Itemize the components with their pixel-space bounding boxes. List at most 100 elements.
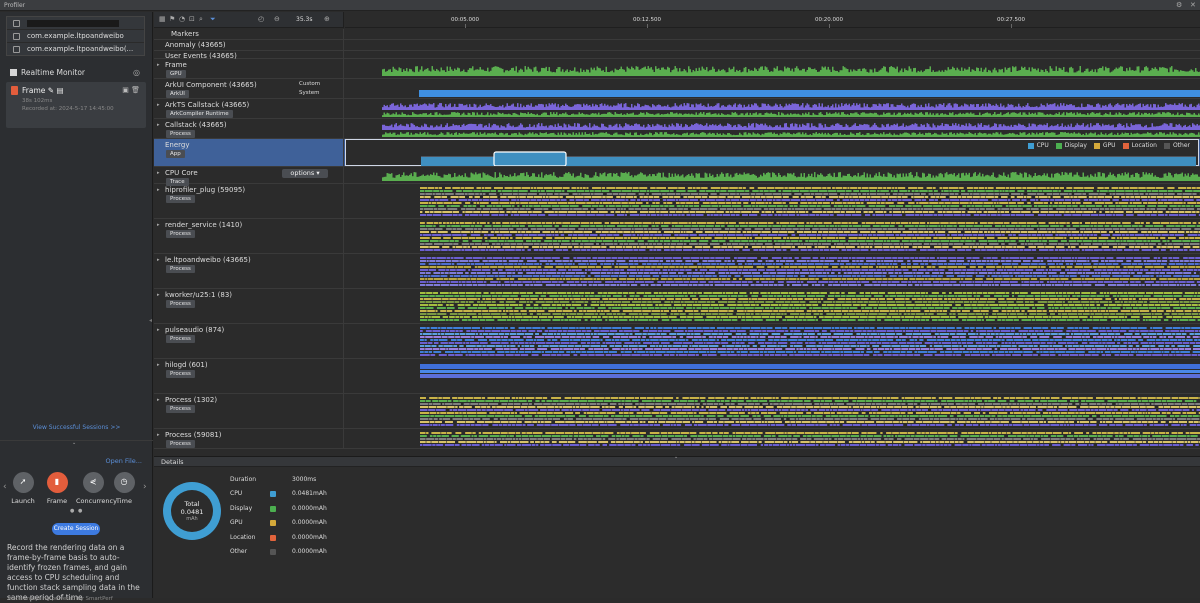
lane-track[interactable] — [345, 29, 1200, 39]
lane-track[interactable]: Markers — [154, 29, 1200, 40]
options-dropdown[interactable]: options ▾ — [282, 169, 328, 178]
lane-energy[interactable]: EnergyApp CPU Display GPU Location Other — [154, 139, 1200, 167]
lane-track[interactable]: ▸FrameGPU — [154, 59, 1200, 79]
lane-track[interactable] — [345, 119, 1200, 138]
activity-bar — [892, 125, 894, 130]
ruler-tick — [465, 24, 466, 28]
flag-icon[interactable]: ⚑ — [169, 15, 175, 23]
thread-slice — [1125, 193, 1133, 195]
filter-icon[interactable]: ⏷ — [210, 15, 216, 24]
expand-arrow-icon[interactable]: ▸ — [157, 187, 160, 193]
lane-track[interactable]: ▸hiprofiler_plug (59095)Process — [154, 184, 1200, 219]
lane-track[interactable] — [345, 219, 1200, 253]
lane-track[interactable]: ▸render_service (1410)Process — [154, 219, 1200, 254]
activity-bar — [664, 132, 666, 137]
settings-icon[interactable]: ⚙ — [1176, 0, 1182, 11]
legend-item[interactable]: GPU — [1094, 142, 1116, 149]
process-row[interactable]: com.example.ltpoandweibo — [7, 30, 144, 43]
activity-bar — [943, 103, 945, 110]
lane-track[interactable] — [345, 59, 1200, 78]
lane-label[interactable]: ▸ArkTS Callstack (43665)ArkCompiler Runt… — [154, 99, 344, 118]
panel-collapse-icon[interactable]: ◂ — [149, 317, 152, 324]
camera-icon[interactable]: ⊡ — [189, 15, 195, 23]
lane-label[interactable]: EnergyApp — [154, 139, 344, 166]
close-icon[interactable]: ✕ — [1190, 0, 1196, 11]
device-selector[interactable]: com.example.ltpoandweibo com.example.ltp… — [6, 16, 145, 56]
lane-track[interactable]: Anomaly (43665) — [154, 40, 1200, 51]
legend-item[interactable]: Display — [1056, 142, 1087, 149]
save-icon[interactable]: ▣ — [122, 86, 129, 94]
lane-label[interactable]: Markers — [154, 29, 344, 39]
lane-track[interactable]: User Events (43665) — [154, 51, 1200, 59]
lane-track[interactable]: ▸Callstack (43665)Process — [154, 119, 1200, 139]
mode-frame[interactable]: ▮Frame — [42, 472, 72, 505]
lane-track[interactable]: ArkUI Component (43665)ArkUICustomSystem — [154, 79, 1200, 99]
activity-bar — [963, 125, 965, 130]
session-card[interactable]: Frame ✎ ▤ ▣ 🗑 38s 102ms Recorded at: 202… — [6, 82, 146, 128]
search-icon[interactable]: ⌕ — [199, 15, 203, 24]
activity-bar — [1122, 173, 1124, 181]
thread-slice — [471, 234, 481, 236]
activity-bar — [775, 69, 777, 76]
activity-bar — [973, 113, 975, 117]
lane-label[interactable]: ▸render_service (1410)Process — [154, 219, 344, 253]
export-icon[interactable]: ▤ — [56, 86, 63, 95]
edit-icon[interactable]: ✎ — [48, 86, 54, 95]
lane-track[interactable] — [345, 184, 1200, 218]
record-icon[interactable]: ◎ — [133, 68, 140, 77]
activity-bar — [754, 103, 756, 110]
legend-item[interactable]: Location — [1123, 142, 1157, 149]
lane-label[interactable]: Anomaly (43665) — [154, 40, 344, 50]
mode-time[interactable]: ◷Time — [109, 472, 139, 505]
process-row[interactable]: com.example.ltpoandweibo(... — [7, 43, 144, 56]
lane-track[interactable] — [345, 99, 1200, 118]
lane-track[interactable] — [345, 51, 1200, 58]
lane-label[interactable]: ArkUI Component (43665)ArkUICustomSystem — [154, 79, 344, 98]
zoom-out-icon[interactable]: ⊖ — [274, 15, 280, 23]
thread-slice — [877, 190, 880, 192]
thread-slice — [1092, 228, 1097, 230]
zoom-in-icon[interactable]: ⊕ — [324, 15, 330, 23]
lane-label[interactable]: ▸CPU CoreTraceoptions ▾ — [154, 167, 344, 183]
lane-label[interactable]: User Events (43665) — [154, 51, 344, 58]
expand-arrow-icon[interactable]: ▸ — [157, 102, 160, 108]
activity-bar — [1162, 67, 1164, 76]
activity-bar — [432, 115, 434, 117]
activity-bar — [789, 68, 791, 76]
expand-arrow-icon[interactable]: ▸ — [157, 122, 160, 128]
expand-arrow-icon[interactable]: ▸ — [157, 62, 160, 68]
activity-bar — [958, 114, 960, 117]
lane-track[interactable]: ▸ArkTS Callstack (43665)ArkCompiler Runt… — [154, 99, 1200, 119]
expand-arrow-icon[interactable]: ▸ — [157, 222, 160, 228]
collapse-icon[interactable]: ⌄ — [72, 440, 76, 446]
activity-bar — [718, 103, 720, 110]
lane-label[interactable]: ▸Callstack (43665)Process — [154, 119, 344, 138]
lane-track[interactable] — [345, 79, 1200, 98]
expand-arrow-icon[interactable]: ▸ — [157, 170, 160, 176]
lane-label[interactable]: ▸FrameGPU — [154, 59, 344, 78]
reset-zoom-icon[interactable]: ◴ — [258, 15, 264, 23]
grid-icon[interactable]: ▦ — [159, 15, 166, 23]
lane-track[interactable]: ▸CPU CoreTraceoptions ▾ — [154, 167, 1200, 184]
energy-track[interactable]: CPU Display GPU Location Other — [345, 139, 1199, 166]
time-selection[interactable] — [494, 152, 566, 166]
legend-item[interactable]: CPU — [1028, 142, 1049, 149]
view-sessions-link[interactable]: View Successful Sessions >> — [0, 424, 153, 431]
lane-label[interactable]: ▸hiprofiler_plug (59095)Process — [154, 184, 344, 218]
lane-track[interactable] — [345, 40, 1200, 50]
time-ruler[interactable]: 00:05.00000:12.50000:20.00000:27.500 — [345, 12, 1200, 28]
delete-icon[interactable]: 🗑 — [131, 86, 140, 94]
mode-launch[interactable]: ➚Launch — [8, 472, 38, 505]
legend-item[interactable]: Other — [1164, 142, 1190, 149]
lane-track[interactable] — [345, 167, 1200, 183]
thread-slice — [767, 199, 772, 201]
thread-slice — [1130, 187, 1138, 189]
thread-slice — [642, 225, 648, 227]
activity-bar — [516, 133, 518, 137]
timer-icon[interactable]: ◔ — [179, 15, 185, 23]
mode-concurrency[interactable]: ⋞Concurrency — [76, 472, 110, 505]
thread-slice — [909, 222, 911, 224]
open-file-link[interactable]: Open File... — [105, 457, 142, 465]
create-session-button[interactable]: Create Session — [52, 523, 100, 535]
device-row[interactable] — [7, 17, 144, 30]
